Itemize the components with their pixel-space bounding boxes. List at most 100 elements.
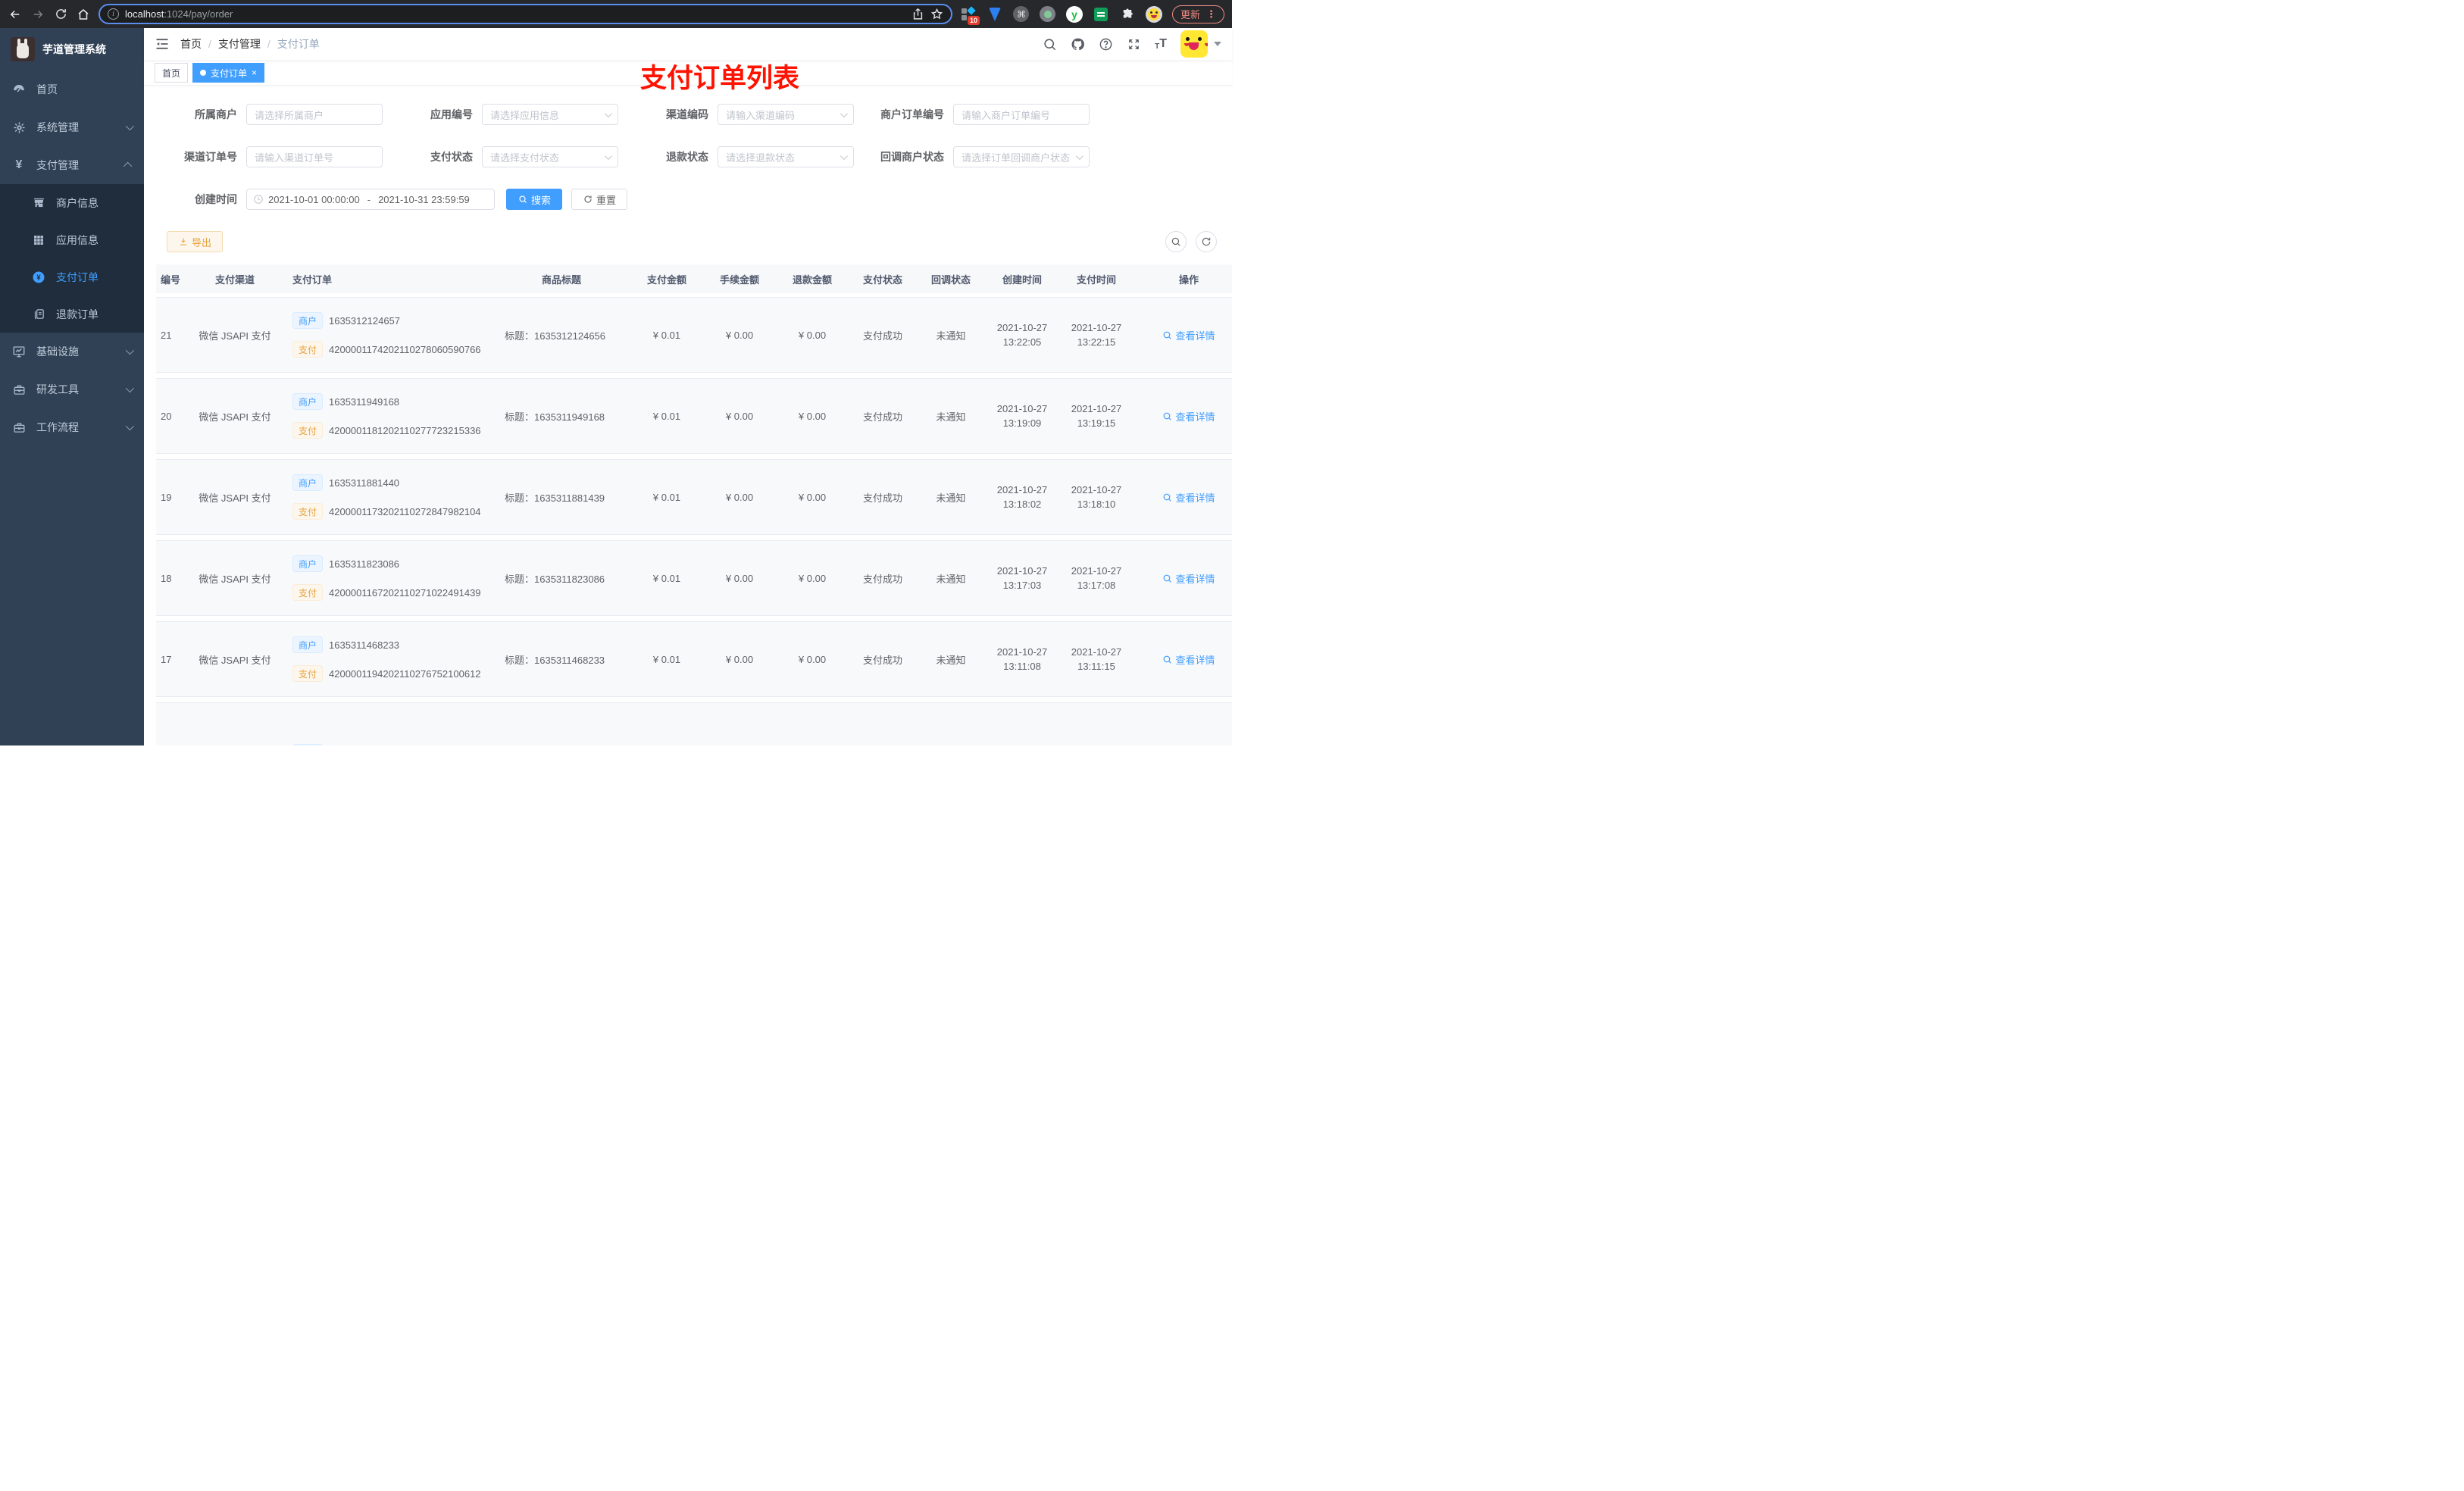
bookmark-star-icon[interactable] <box>930 8 943 20</box>
pay-order-cell: 商户 1635311351786 <box>280 703 496 746</box>
chevron-down-icon <box>125 345 135 355</box>
merchant-tag: 商户 <box>292 393 324 410</box>
channel-pay-no: 4200001194202110276752100612 <box>329 667 481 680</box>
site-info-icon[interactable]: i <box>108 8 119 20</box>
y-extension-icon[interactable]: y <box>1065 5 1083 23</box>
filter-label-create-time: 创建时间 <box>195 193 237 205</box>
sidebar-item-pay[interactable]: ¥ 支付管理 <box>0 146 144 184</box>
sidebar-item-refund-order[interactable]: 退款订单 <box>0 295 144 333</box>
merchant-order-no: 1635311881440 <box>329 477 400 489</box>
sidebar-item-app-info[interactable]: 应用信息 <box>0 221 144 258</box>
user-menu[interactable] <box>1180 30 1221 58</box>
goods-title: 标题：1635311881439 <box>505 492 605 504</box>
merchant-order-no-input[interactable]: 请输入商户订单编号 <box>953 104 1090 125</box>
channel-code-select[interactable]: 请输入渠道编码 <box>718 104 854 125</box>
extension-badge-count: 10 <box>967 15 980 25</box>
view-detail-link[interactable]: 查看详情 <box>1162 328 1215 342</box>
table-row[interactable]: 19 微信 JSAPI 支付 商户 1635311881440 支付 42000… <box>156 460 1232 534</box>
filter-label-channel-order-no: 渠道订单号 <box>184 151 237 163</box>
profile-avatar-icon[interactable] <box>1145 5 1162 23</box>
monitor-icon <box>12 345 26 358</box>
share-icon[interactable] <box>911 8 924 20</box>
font-size-icon[interactable]: TT <box>1155 37 1167 51</box>
browser-home-icon[interactable] <box>76 7 91 22</box>
table-row[interactable]: 17 微信 JSAPI 支付 商户 1635311468233 支付 42000… <box>156 622 1232 696</box>
browser-update-button[interactable]: 更新 ⋮ <box>1171 5 1224 23</box>
sidebar-item-infra[interactable]: 基础设施 <box>0 333 144 370</box>
pay-status: 支付成功 <box>862 411 902 423</box>
reset-button[interactable]: 重置 <box>571 189 628 210</box>
filter-label-app: 应用编号 <box>430 108 473 120</box>
filter-label-merchant-order-no: 商户订单编号 <box>880 108 944 120</box>
url-bar[interactable]: i localhost:1024/pay/order <box>98 4 952 24</box>
extension-badge-icon[interactable]: 10 <box>960 5 980 25</box>
help-icon[interactable] <box>1099 37 1113 52</box>
refund-amount: ¥ 0.00 <box>798 653 827 665</box>
github-icon[interactable] <box>1071 37 1085 52</box>
fullscreen-icon[interactable] <box>1127 37 1141 52</box>
merchant-tag: 商户 <box>292 312 324 329</box>
sidebar-item-workflow[interactable]: 工作流程 <box>0 408 144 446</box>
sidebar-item-pay-order[interactable]: ¥ 支付订单 <box>0 258 144 295</box>
table-row[interactable]: 商户 1635311351786 <box>156 703 1232 746</box>
browser-forward-icon[interactable] <box>30 7 45 22</box>
pay-amount: ¥ 0.01 <box>652 653 681 665</box>
toggle-search-button[interactable] <box>1165 231 1187 252</box>
merchant-order-no: 1635311949168 <box>329 395 400 408</box>
pay-status-select[interactable]: 请选择支付状态 <box>482 146 618 167</box>
merchant-tag: 商户 <box>292 474 324 491</box>
merchant-tag: 商户 <box>292 555 324 572</box>
chevron-up-icon <box>123 161 133 171</box>
chat-extension-icon[interactable] <box>1093 6 1109 23</box>
yen-icon: ¥ <box>15 158 23 171</box>
app-select[interactable]: 请选择应用信息 <box>482 104 618 125</box>
breadcrumb-home[interactable]: 首页 <box>180 36 202 52</box>
sidebar: 芋道管理系统 首页 系统管理 ¥ 支付管理 商户信息 应用信息 ¥ 支付订单 退… <box>0 28 144 746</box>
recorder-extension-icon[interactable] <box>1040 6 1056 23</box>
pay-channel: 微信 JSAPI 支付 <box>199 573 271 585</box>
sidebar-item-devtool[interactable]: 研发工具 <box>0 370 144 408</box>
order-id: 18 <box>161 572 172 584</box>
tag-pay-order[interactable]: 支付订单 × <box>192 63 265 83</box>
table-row[interactable]: 20 微信 JSAPI 支付 商户 1635311949168 支付 42000… <box>156 379 1232 453</box>
export-button[interactable]: 导出 <box>167 231 224 252</box>
view-detail-link[interactable]: 查看详情 <box>1162 409 1215 424</box>
merchant-tag: 商户 <box>292 744 324 746</box>
extensions-puzzle-icon[interactable] <box>1119 6 1136 23</box>
menu-fold-icon[interactable] <box>155 36 170 52</box>
table-row[interactable]: 21 微信 JSAPI 支付 商户 1635312124657 支付 42000… <box>156 298 1232 372</box>
view-detail-link[interactable]: 查看详情 <box>1162 571 1215 586</box>
refund-status-select[interactable]: 请选择退款状态 <box>718 146 854 167</box>
merchant-select[interactable]: 请选择所属商户 <box>246 104 383 125</box>
app-logo[interactable]: 芋道管理系统 <box>0 28 144 70</box>
table-row[interactable]: 18 微信 JSAPI 支付 商户 1635311823086 支付 42000… <box>156 541 1232 615</box>
notify-status-select[interactable]: 请选择订单回调商户状态 <box>953 146 1090 167</box>
pay-tag: 支付 <box>292 584 324 601</box>
svg-text:¥: ¥ <box>36 274 41 282</box>
breadcrumb: 首页 / 支付管理 / 支付订单 <box>180 36 320 52</box>
browser-chrome: i localhost:1024/pay/order 10 ⌘ y 更新 ⋮ <box>0 0 1232 28</box>
sidebar-item-home[interactable]: 首页 <box>0 70 144 108</box>
view-detail-link[interactable]: 查看详情 <box>1162 490 1215 505</box>
pay-time: 2021-10-27 13:18:10 <box>1071 484 1122 510</box>
channel-order-no-input[interactable]: 请输入渠道订单号 <box>246 146 383 167</box>
sidebar-item-merchant-info[interactable]: 商户信息 <box>0 184 144 221</box>
browser-back-icon[interactable] <box>8 7 23 22</box>
browser-reload-icon[interactable] <box>53 7 68 22</box>
search-button[interactable]: 搜索 <box>506 189 563 210</box>
create-time-range-input[interactable]: 2021-10-01 00:00:00 - 2021-10-31 23:59:5… <box>246 189 495 210</box>
search-icon[interactable] <box>1043 37 1057 52</box>
extensions-row: 10 ⌘ y 更新 ⋮ <box>960 5 1224 25</box>
magnifier-icon <box>1164 574 1172 583</box>
refresh-table-button[interactable] <box>1196 231 1217 252</box>
close-icon[interactable]: × <box>252 68 257 77</box>
view-detail-link[interactable]: 查看详情 <box>1162 652 1215 667</box>
sidebar-item-system[interactable]: 系统管理 <box>0 108 144 146</box>
command-extension-icon[interactable]: ⌘ <box>1013 6 1030 23</box>
actions-cell: 查看详情 <box>1134 328 1232 342</box>
pay-amount: ¥ 0.01 <box>652 572 681 584</box>
sketch-extension-icon[interactable] <box>987 6 1003 23</box>
breadcrumb-pay[interactable]: 支付管理 <box>218 36 261 52</box>
tag-home[interactable]: 首页 <box>155 63 189 83</box>
briefcase-icon <box>12 420 26 434</box>
